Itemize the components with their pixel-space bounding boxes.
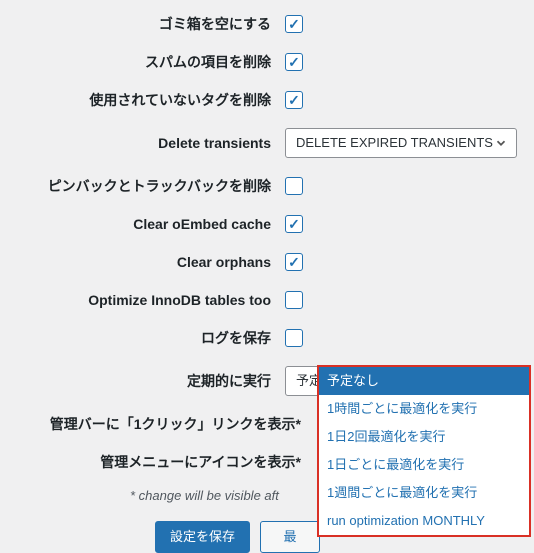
label-delete-transients: Delete transients bbox=[0, 135, 285, 151]
label-schedule: 定期的に実行 bbox=[0, 371, 285, 391]
label-empty-trash: ゴミ箱を空にする bbox=[0, 14, 285, 34]
row-save-log: ログを保存 bbox=[0, 328, 534, 348]
checkbox-empty-trash[interactable] bbox=[285, 15, 303, 33]
label-delete-unused-tags: 使用されていないタグを削除 bbox=[0, 90, 285, 110]
label-clear-oembed: Clear oEmbed cache bbox=[0, 216, 285, 232]
label-oneclick: 管理バーに「1クリック」リンクを表示* bbox=[0, 414, 315, 434]
checkbox-optimize-innodb[interactable] bbox=[285, 291, 303, 309]
checkbox-clear-orphans[interactable] bbox=[285, 253, 303, 271]
row-delete-spam: スパムの項目を削除 bbox=[0, 52, 534, 72]
label-delete-pingbacks: ピンバックとトラックバックを削除 bbox=[0, 176, 285, 196]
label-save-log: ログを保存 bbox=[0, 328, 285, 348]
save-button[interactable]: 設定を保存 bbox=[155, 521, 250, 553]
secondary-button[interactable]: 最 bbox=[260, 521, 320, 553]
row-delete-pingbacks: ピンバックとトラックバックを削除 bbox=[0, 176, 534, 196]
row-delete-unused-tags: 使用されていないタグを削除 bbox=[0, 90, 534, 110]
label-delete-spam: スパムの項目を削除 bbox=[0, 52, 285, 72]
schedule-option[interactable]: 1時間ごとに最適化を実行 bbox=[319, 395, 529, 423]
schedule-option[interactable]: 1日2回最適化を実行 bbox=[319, 423, 529, 451]
checkbox-clear-oembed[interactable] bbox=[285, 215, 303, 233]
schedule-option[interactable]: 1日ごとに最適化を実行 bbox=[319, 451, 529, 479]
chevron-down-icon bbox=[494, 136, 508, 150]
row-clear-orphans: Clear orphans bbox=[0, 252, 534, 272]
schedule-dropdown[interactable]: 予定なし 1時間ごとに最適化を実行 1日2回最適化を実行 1日ごとに最適化を実行… bbox=[317, 365, 531, 537]
checkbox-delete-unused-tags[interactable] bbox=[285, 91, 303, 109]
checkbox-delete-pingbacks[interactable] bbox=[285, 177, 303, 195]
checkbox-delete-spam[interactable] bbox=[285, 53, 303, 71]
schedule-option[interactable]: run optimization MONTHLY bbox=[319, 507, 529, 535]
checkbox-save-log[interactable] bbox=[285, 329, 303, 347]
label-optimize-innodb: Optimize InnoDB tables too bbox=[0, 292, 285, 308]
label-clear-orphans: Clear orphans bbox=[0, 254, 285, 270]
label-menu-icon: 管理メニューにアイコンを表示* bbox=[0, 452, 315, 472]
row-clear-oembed: Clear oEmbed cache bbox=[0, 214, 534, 234]
row-optimize-innodb: Optimize InnoDB tables too bbox=[0, 290, 534, 310]
row-empty-trash: ゴミ箱を空にする bbox=[0, 14, 534, 34]
schedule-option[interactable]: 1週間ごとに最適化を実行 bbox=[319, 479, 529, 507]
schedule-option[interactable]: 予定なし bbox=[319, 367, 529, 395]
select-delete-transients[interactable]: DELETE EXPIRED TRANSIENTS bbox=[285, 128, 517, 158]
row-delete-transients: Delete transients DELETE EXPIRED TRANSIE… bbox=[0, 128, 534, 158]
select-delete-transients-value: DELETE EXPIRED TRANSIENTS bbox=[296, 135, 493, 150]
